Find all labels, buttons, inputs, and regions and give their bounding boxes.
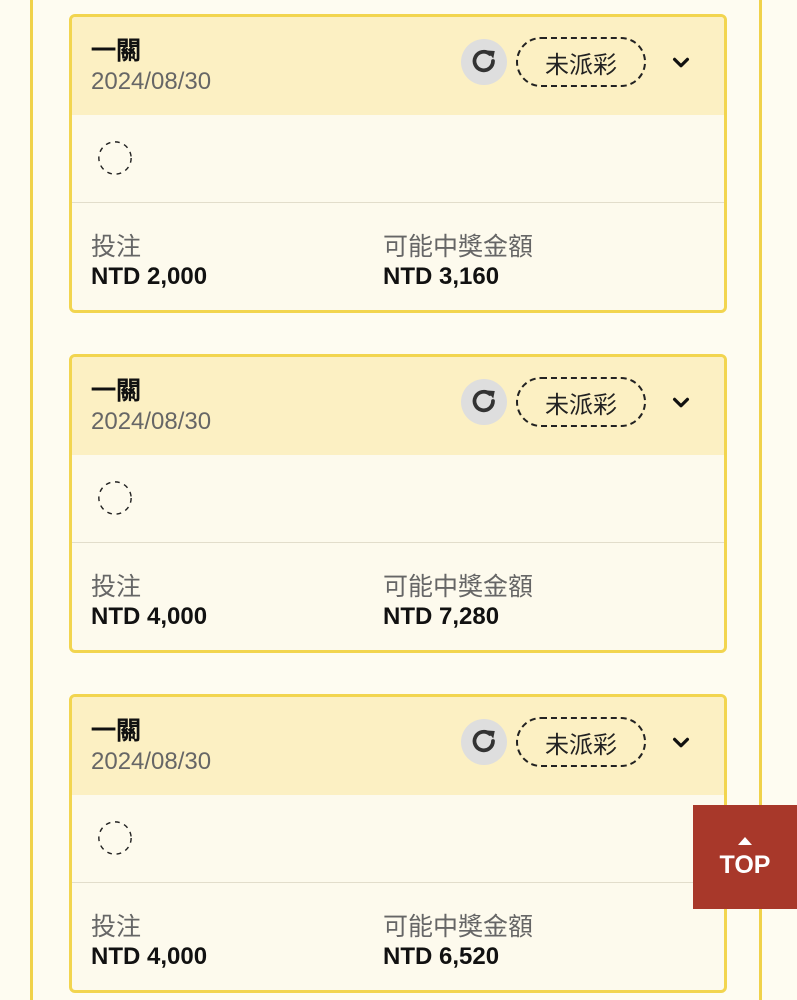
back-to-top-label: TOP xyxy=(719,850,771,879)
bet-history-page: 一關 2024/08/30 未派彩 投注 NTD 2,000 可能中獎金額 NT… xyxy=(0,0,797,1000)
refresh-button[interactable] xyxy=(461,39,507,85)
potential-payout-amount: NTD 7,280 xyxy=(383,603,500,630)
loading-icon xyxy=(98,821,132,855)
bet-card-header[interactable]: 一關 2024/08/30 未派彩 xyxy=(72,17,724,115)
potential-payout-label: 可能中獎金額 xyxy=(383,913,534,941)
expand-button[interactable] xyxy=(668,390,694,416)
caret-up-icon xyxy=(738,836,752,845)
status-badge: 未派彩 xyxy=(516,37,646,87)
bet-card-body xyxy=(72,795,724,883)
stake-label: 投注 xyxy=(91,573,142,601)
bet-card-footer: 投注 NTD 4,000 可能中獎金額 NTD 7,280 xyxy=(72,543,724,650)
chevron-down-icon xyxy=(672,737,690,748)
refresh-icon xyxy=(472,49,495,73)
bet-date: 2024/08/30 xyxy=(91,68,212,95)
stake-amount: NTD 2,000 xyxy=(91,263,208,290)
bet-card-footer: 投注 NTD 2,000 可能中獎金額 NTD 3,160 xyxy=(72,203,724,310)
expand-button[interactable] xyxy=(668,50,694,76)
stake-label: 投注 xyxy=(91,233,142,261)
chevron-down-icon xyxy=(672,397,690,408)
bet-card-header[interactable]: 一關 2024/08/30 未派彩 xyxy=(72,357,724,455)
bet-card-body xyxy=(72,115,724,203)
bet-card-footer: 投注 NTD 4,000 可能中獎金額 NTD 6,520 xyxy=(72,883,724,990)
refresh-button[interactable] xyxy=(461,379,507,425)
expand-button[interactable] xyxy=(668,730,694,756)
potential-payout-label: 可能中獎金額 xyxy=(383,233,534,261)
bet-type-title: 一關 xyxy=(91,717,142,745)
bet-type-title: 一關 xyxy=(91,37,142,65)
potential-payout-amount: NTD 6,520 xyxy=(383,943,500,970)
loading-icon xyxy=(98,481,132,515)
bet-card: 一關 2024/08/30 未派彩 投注 NTD 4,000 可能中獎金額 NT… xyxy=(69,694,727,993)
status-badge: 未派彩 xyxy=(516,717,646,767)
stake-amount: NTD 4,000 xyxy=(91,943,208,970)
bet-card-body xyxy=(72,455,724,543)
bet-type-title: 一關 xyxy=(91,377,142,405)
status-badge: 未派彩 xyxy=(516,377,646,427)
refresh-icon xyxy=(472,389,495,413)
refresh-button[interactable] xyxy=(461,719,507,765)
stake-label: 投注 xyxy=(91,913,142,941)
refresh-icon xyxy=(472,729,495,753)
stake-amount: NTD 4,000 xyxy=(91,603,208,630)
bet-card-header[interactable]: 一關 2024/08/30 未派彩 xyxy=(72,697,724,795)
bet-card: 一關 2024/08/30 未派彩 投注 NTD 2,000 可能中獎金額 NT… xyxy=(69,14,727,313)
bet-date: 2024/08/30 xyxy=(91,748,212,775)
back-to-top-button[interactable]: TOP xyxy=(693,805,797,909)
potential-payout-label: 可能中獎金額 xyxy=(383,573,534,601)
chevron-down-icon xyxy=(672,57,690,68)
potential-payout-amount: NTD 3,160 xyxy=(383,263,500,290)
bet-date: 2024/08/30 xyxy=(91,408,212,435)
loading-icon xyxy=(98,141,132,175)
bet-card: 一關 2024/08/30 未派彩 投注 NTD 4,000 可能中獎金額 NT… xyxy=(69,354,727,653)
